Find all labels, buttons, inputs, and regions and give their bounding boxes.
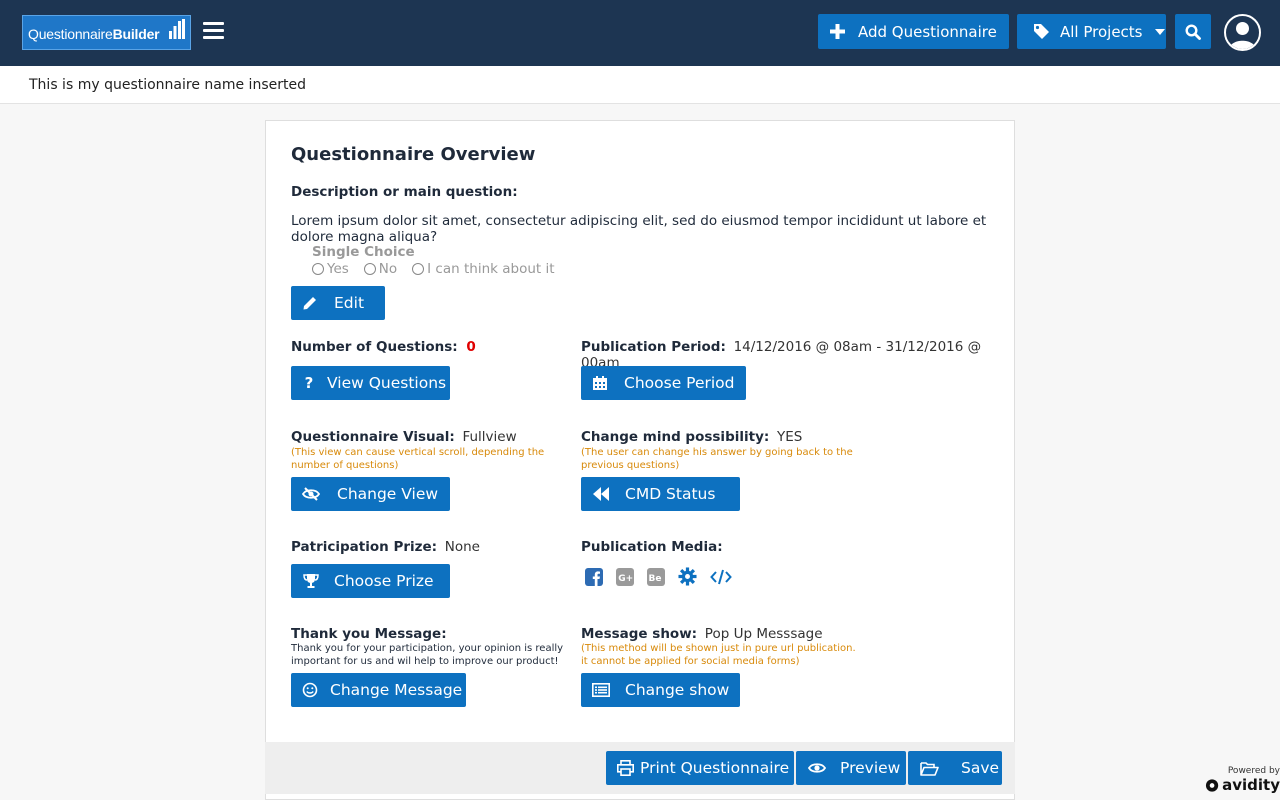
- backward-icon: [593, 487, 609, 501]
- thank-you-text: Thank you for your participation, your o…: [291, 643, 564, 667]
- bar-chart-icon: [169, 19, 185, 39]
- option-yes-radio[interactable]: Yes: [312, 261, 349, 277]
- print-icon: [617, 760, 634, 776]
- powered-by: Powered by avidity: [1205, 766, 1280, 794]
- svg-text:G+: G+: [618, 574, 633, 584]
- questionnaire-overview-card: Questionnaire Overview Description or ma…: [265, 120, 1015, 800]
- thank-you-label: Thank you Message:: [291, 626, 447, 642]
- tag-icon: [1034, 24, 1049, 39]
- plus-icon: [830, 24, 845, 39]
- save-button[interactable]: Save: [908, 751, 1002, 785]
- change-mind-field: Change mind possibility: YES: [581, 429, 803, 445]
- cmd-status-button[interactable]: CMD Status: [581, 477, 740, 511]
- choose-prize-label: Choose Prize: [334, 572, 434, 590]
- message-show-note: (This method will be shown just in pure …: [581, 643, 856, 667]
- num-questions-field: Number of Questions: 0: [291, 339, 476, 355]
- option-no-radio[interactable]: No: [363, 261, 397, 277]
- description-text: Lorem ipsum dolor sit amet, consectetur …: [291, 213, 987, 245]
- change-message-label: Change Message: [330, 681, 463, 699]
- user-icon: [1229, 22, 1256, 49]
- prize-value: None: [444, 539, 480, 555]
- change-mind-note: (The user can change his answer by going…: [581, 447, 853, 471]
- list-alt-icon: [592, 683, 610, 697]
- search-icon: [1185, 23, 1201, 40]
- choose-period-button[interactable]: Choose Period: [581, 366, 746, 400]
- add-questionnaire-button[interactable]: Add Questionnaire: [818, 14, 1009, 49]
- cmd-status-label: CMD Status: [625, 485, 716, 503]
- option-list: Yes No I can think about it: [312, 261, 570, 277]
- google-plus-icon[interactable]: G+: [616, 567, 634, 586]
- pencil-icon: [303, 297, 316, 310]
- edit-button[interactable]: Edit: [291, 286, 385, 320]
- questionnaire-name-bar: This is my questionnaire name inserted: [0, 66, 1280, 104]
- page-title: Questionnaire Overview: [291, 144, 536, 165]
- app-logo[interactable]: QuestionnaireBuilder: [22, 15, 191, 50]
- behance-icon[interactable]: Be: [647, 567, 665, 586]
- caret-down-icon: [1154, 28, 1165, 35]
- message-show-field: Message show: Pop Up Messsage: [581, 626, 823, 642]
- question-type-label: Single Choice: [312, 244, 415, 260]
- message-show-value: Pop Up Messsage: [704, 626, 823, 642]
- eye-icon: [808, 763, 826, 773]
- user-avatar[interactable]: [1224, 14, 1261, 51]
- change-view-button[interactable]: Change View: [291, 477, 450, 511]
- print-questionnaire-button[interactable]: Print Questionnaire: [606, 751, 794, 785]
- logo-text: QuestionnaireBuilder: [28, 26, 160, 42]
- smile-icon: [302, 682, 318, 698]
- prize-field: Patricipation Prize: None: [291, 539, 480, 555]
- option-maybe-radio[interactable]: I can think about it: [412, 261, 555, 277]
- publication-media-label: Publication Media:: [581, 539, 723, 555]
- preview-label: Preview: [840, 759, 901, 777]
- search-button[interactable]: [1175, 14, 1211, 49]
- trophy-icon: [303, 574, 319, 588]
- change-message-button[interactable]: Change Message: [291, 673, 466, 707]
- print-label: Print Questionnaire: [640, 759, 790, 777]
- card-footer: Print Questionnaire Preview Save: [265, 742, 1015, 794]
- menu-icon[interactable]: [203, 22, 224, 40]
- view-questions-label: View Questions: [327, 374, 447, 392]
- gear-icon[interactable]: [678, 567, 697, 586]
- visual-value: Fullview: [462, 429, 517, 445]
- folder-open-icon: [920, 761, 939, 776]
- description-label: Description or main question:: [291, 184, 518, 200]
- questionnaire-visual-field: Questionnaire Visual: Fullview: [291, 429, 517, 445]
- code-icon[interactable]: [710, 569, 732, 585]
- avidity-logo: avidity: [1205, 776, 1280, 794]
- change-view-label: Change View: [337, 485, 439, 503]
- questionnaire-name: This is my questionnaire name inserted: [29, 77, 306, 93]
- svg-text:Be: Be: [649, 574, 662, 584]
- change-show-button[interactable]: Change show: [581, 673, 740, 707]
- change-show-label: Change show: [625, 681, 730, 699]
- all-projects-label: All Projects: [1060, 22, 1143, 41]
- choose-period-label: Choose Period: [624, 374, 735, 392]
- change-mind-value: YES: [776, 429, 803, 445]
- avidity-logo-icon: [1205, 778, 1219, 792]
- publication-media-icons: G+ Be: [585, 567, 745, 586]
- add-questionnaire-label: Add Questionnaire: [858, 22, 997, 41]
- preview-button[interactable]: Preview: [796, 751, 906, 785]
- view-questions-button[interactable]: ? View Questions: [291, 366, 450, 400]
- powered-by-text: Powered by: [1227, 766, 1280, 776]
- facebook-icon[interactable]: [585, 567, 603, 586]
- save-label: Save: [961, 759, 1000, 777]
- top-navbar: QuestionnaireBuilder Add Questionnaire A…: [0, 0, 1280, 66]
- question-icon: ?: [304, 374, 314, 392]
- visual-note: (This view can cause vertical scroll, de…: [291, 447, 545, 471]
- edit-label: Edit: [334, 294, 365, 312]
- eye-slash-icon: [302, 487, 320, 501]
- all-projects-dropdown[interactable]: All Projects: [1017, 14, 1166, 49]
- calendar-icon: [593, 376, 607, 390]
- choose-prize-button[interactable]: Choose Prize: [291, 564, 450, 598]
- num-questions-value: 0: [466, 339, 476, 355]
